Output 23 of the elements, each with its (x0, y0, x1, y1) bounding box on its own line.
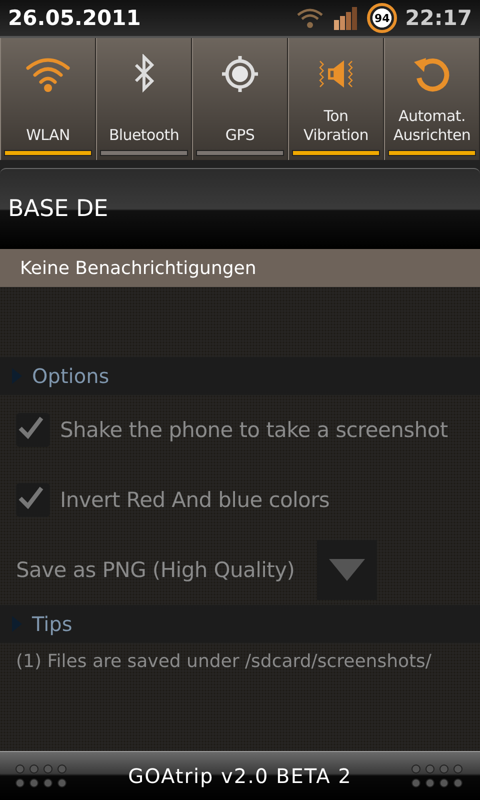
toggle-button[interactable]: Bluetooth (96, 38, 192, 160)
tip-text: (1) Files are saved under /sdcard/screenshots/ (15, 650, 432, 674)
option-label: Save as PNG (High Quality) (16, 558, 295, 582)
checkbox[interactable] (16, 483, 50, 517)
no-notifications-message: Keine Benachrichtigungen (0, 249, 480, 287)
triangle-icon (328, 557, 365, 583)
status-time: 22:17 (405, 6, 472, 30)
wifi-icon (295, 6, 326, 30)
battery-level: 94 (367, 3, 398, 33)
section-header: Options (0, 357, 480, 395)
toggle-button[interactable]: WLAN (0, 38, 96, 160)
option-label: Shake the phone to take a screenshot (60, 418, 448, 442)
toggle-button[interactable]: GPS (192, 38, 288, 160)
status-date: 26.05.2011 (8, 6, 142, 30)
app-title: GOAtrip v2.0 BETA 2 (128, 764, 352, 788)
toggle-button[interactable]: Ton Vibration (288, 38, 384, 160)
option-label: Invert Red And blue colors (60, 488, 330, 512)
carrier-name: BASE DE (0, 168, 480, 249)
signal-icon (333, 6, 360, 30)
section-header: Tips (0, 605, 480, 643)
checkbox[interactable] (16, 413, 50, 447)
dropdown-button[interactable] (316, 540, 377, 600)
toggle-button[interactable]: Automat. Ausrichten (384, 38, 480, 160)
